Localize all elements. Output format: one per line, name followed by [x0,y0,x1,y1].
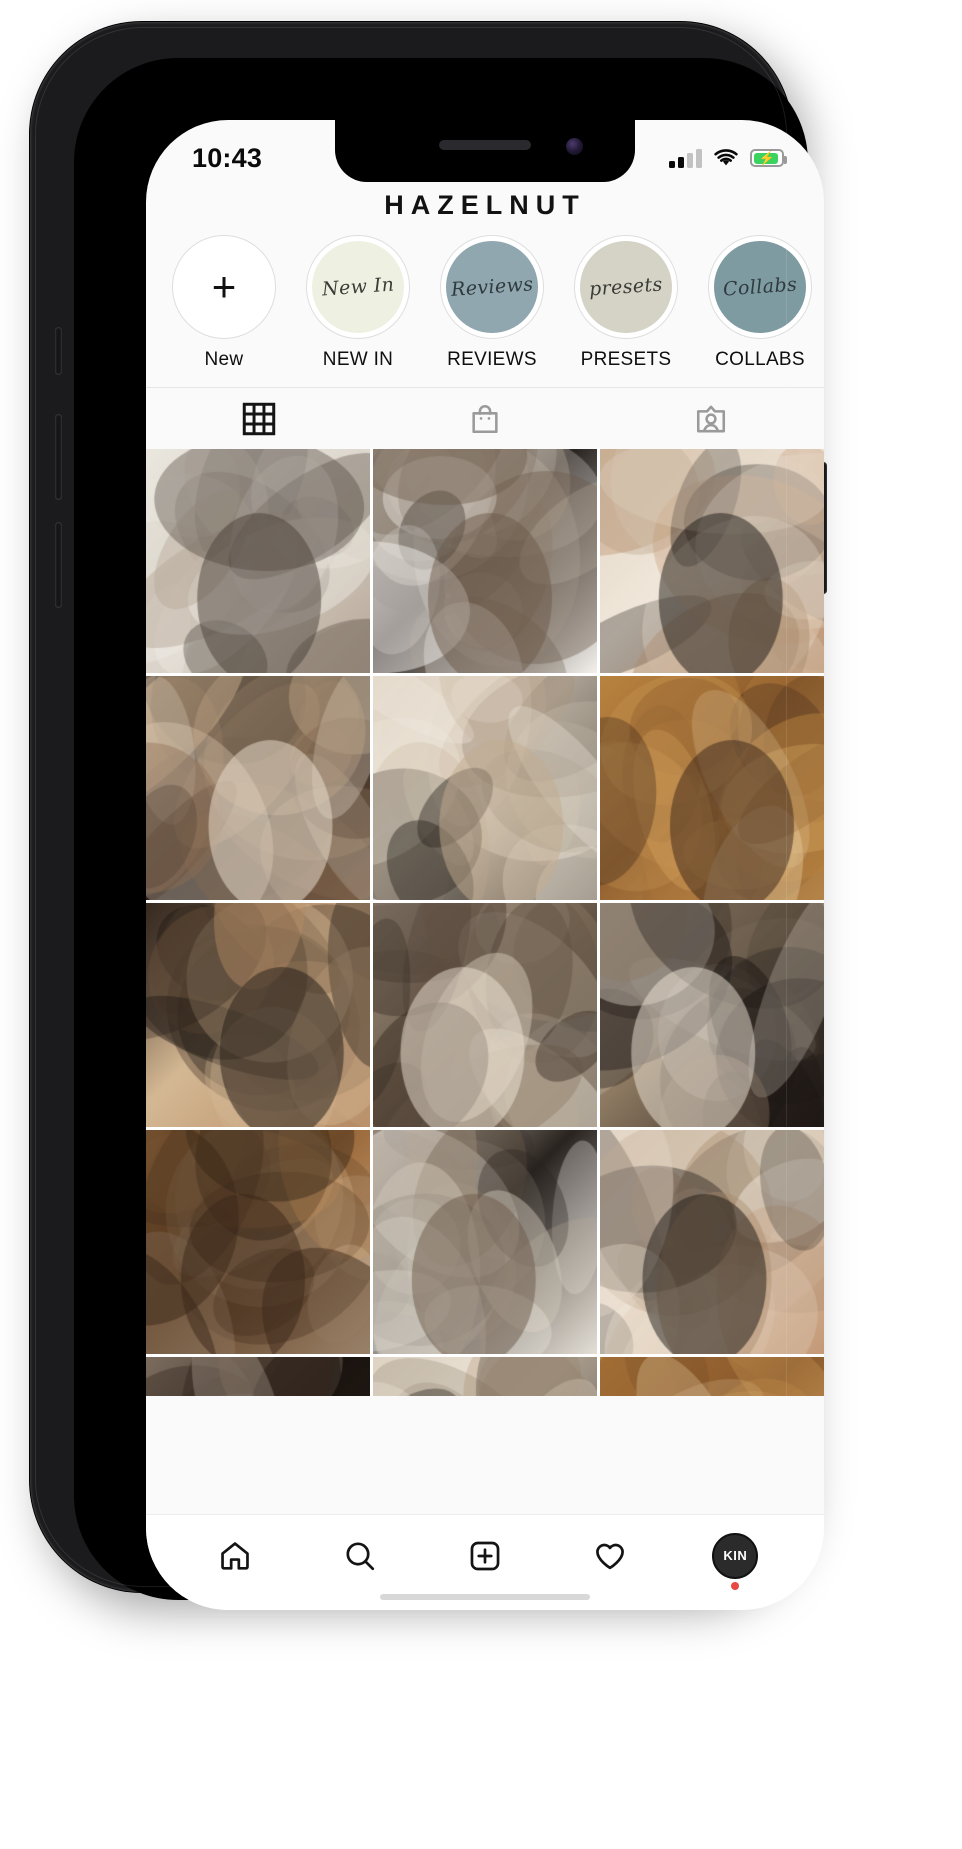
post-thumbnail [146,676,370,900]
front-camera-icon [566,138,583,155]
post-thumbnail [146,1130,370,1354]
story-highlights-row: + New New In NEW IN Reviews REVIEWS pres… [146,221,824,371]
highlight-presets[interactable]: presets PRESETS [570,235,682,371]
avatar-label: KIN [723,1548,748,1563]
highlight-collabs[interactable]: Collabs COLLABS [704,235,816,371]
create-nav[interactable] [454,1525,516,1587]
shopping-bag-icon [472,404,498,433]
grid-post[interactable] [146,676,370,900]
mute-switch[interactable] [55,327,62,375]
post-thumbnail [373,676,597,900]
tagged-tab[interactable] [598,388,824,449]
avatar: KIN [712,1532,759,1579]
highlight-cover-text: presets [588,273,664,301]
post-thumbnail [373,1130,597,1354]
home-nav[interactable] [204,1525,266,1587]
grid-post[interactable] [600,449,824,673]
phone-screen: 10:43 ⚡ HAZELNUT + New New In NEW IN Rev… [146,120,824,1610]
home-indicator[interactable] [380,1594,590,1600]
grid-post[interactable] [373,1130,597,1354]
grid-post[interactable] [146,1130,370,1354]
grid-post[interactable] [373,1357,597,1396]
grid-post[interactable] [600,1357,824,1396]
post-thumbnail [600,1357,824,1396]
wifi-icon [714,149,738,166]
phone-frame: 10:43 ⚡ HAZELNUT + New New In NEW IN Rev… [30,22,827,1610]
phone-bezel: 10:43 ⚡ HAZELNUT + New New In NEW IN Rev… [74,58,824,1610]
cellular-signal-icon [669,148,702,168]
grid-icon [242,402,276,435]
tagged-person-icon [696,405,726,432]
highlight-cover-text: New In [321,273,395,301]
grid-post[interactable] [373,449,597,673]
grid-post[interactable] [146,1357,370,1396]
grid-post[interactable] [146,903,370,1127]
status-icons: ⚡ [669,148,787,168]
highlight-label: REVIEWS [447,349,537,370]
page-title: HAZELNUT [384,190,586,220]
post-thumbnail [600,1130,824,1354]
notch [335,120,635,182]
profile-tabs [146,387,824,449]
battery-charging-icon: ⚡ [750,149,787,167]
plus-square-icon [470,1541,500,1570]
search-nav[interactable] [329,1525,391,1587]
highlight-label: NEW IN [322,349,394,370]
grid-post[interactable] [600,903,824,1127]
grid-tab[interactable] [146,388,372,449]
search-icon [346,1541,374,1570]
post-thumbnail [146,1357,370,1396]
screenshot-root: 10:43 ⚡ HAZELNUT + New New In NEW IN Rev… [0,0,962,1849]
post-thumbnail [373,903,597,1127]
post-thumbnail [600,676,824,900]
highlight-new-in[interactable]: New In NEW IN [302,235,414,371]
status-time: 10:43 [192,142,263,173]
post-thumbnail [146,449,370,673]
grid-post[interactable] [373,903,597,1127]
grid-post[interactable] [600,1130,824,1354]
status-badge [731,1581,740,1590]
volume-down-button[interactable] [55,522,62,608]
profile-nav[interactable]: KIN [704,1525,766,1590]
earpiece-speaker [439,140,531,150]
highlight-cover-text: Reviews [450,273,534,301]
plus-icon: + [211,263,237,310]
grid-post[interactable] [146,449,370,673]
volume-up-button[interactable] [55,414,62,500]
highlight-reviews[interactable]: Reviews REVIEWS [436,235,548,371]
activity-nav[interactable] [579,1525,641,1587]
post-thumbnail [600,449,824,673]
shop-tab[interactable] [372,388,598,449]
photo-grid [146,449,824,1396]
grid-post[interactable] [373,676,597,900]
highlight-label: PRESETS [580,349,672,370]
post-thumbnail [373,449,597,673]
post-thumbnail [373,1357,597,1396]
highlight-new[interactable]: + New [168,235,280,371]
post-thumbnail [600,903,824,1127]
highlight-cover-text: Collabs [722,273,798,301]
highlight-label: New [204,349,244,370]
post-thumbnail [146,903,370,1127]
highlight-label: COLLABS [715,349,805,370]
heart-icon [596,1543,625,1569]
home-icon [220,1541,249,1570]
grid-post[interactable] [600,676,824,900]
